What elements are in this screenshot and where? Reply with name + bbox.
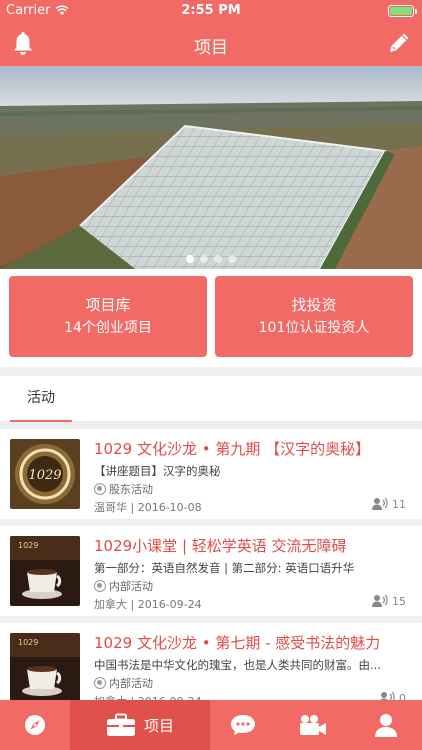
activity-count-value: 11 (392, 497, 406, 511)
project-library-subtitle: 14个创业项目 (64, 320, 152, 336)
target-icon (94, 483, 106, 495)
activity-count-value: 15 (392, 594, 406, 608)
quick-actions: 项目库 14个创业项目 找投资 101位认证投资人 (0, 269, 422, 367)
activity-tag: 股东活动 (94, 481, 153, 497)
chat-icon (231, 715, 255, 735)
carousel-dot[interactable] (186, 255, 194, 263)
find-investment-button[interactable]: 找投资 101位认证投资人 (215, 276, 413, 357)
tab-profile[interactable] (350, 700, 422, 750)
activity-author: 温哥华 (94, 501, 127, 514)
pencil-icon[interactable] (386, 30, 412, 56)
tab-projects-label: 项目 (143, 716, 174, 735)
tab-discover[interactable] (0, 700, 70, 750)
page-title: 项目 (194, 38, 228, 58)
thumbnail-text: 1029 (18, 638, 38, 647)
activity-thumbnail: 1029 (10, 439, 80, 509)
list-item[interactable]: 1029 1029 文化沙龙 • 第九期 【汉字的奥秘】 【讲座题目】汉字的奥秘… (0, 429, 422, 519)
tab-activities[interactable]: 活动 (10, 376, 72, 422)
activity-meta: 加拿大 | 2016-09-24 (94, 598, 202, 611)
list-item[interactable]: 1029 1029小课堂 | 轻松学英语 交流无障碍 第一部分：英语自然发音 |… (0, 526, 422, 616)
briefcase-icon (106, 713, 135, 736)
user-icon (375, 714, 397, 737)
carousel-dots (0, 255, 422, 263)
activity-desc: 【讲座题目】汉字的奥秘 (94, 464, 221, 478)
activity-tag-label: 内部活动 (109, 677, 153, 690)
target-icon (94, 580, 106, 592)
thumbnail-text: 1029 (28, 468, 61, 483)
carousel-dot[interactable] (200, 255, 208, 263)
banner-image (0, 66, 422, 269)
tab-messages[interactable] (210, 700, 276, 750)
nav-bar: 项目 (0, 22, 422, 66)
video-camera-icon (300, 715, 326, 735)
list-item[interactable]: 1029 1029 文化沙龙 • 第七期 - 感受书法的魅力 中国书法是中华文化… (0, 623, 422, 708)
tab-video[interactable] (276, 700, 350, 750)
find-investment-title: 找投资 (291, 296, 337, 314)
activity-date: 2016-09-24 (137, 598, 202, 611)
banner-carousel[interactable] (0, 66, 422, 269)
find-investment-subtitle: 101位认证投资人 (258, 320, 370, 336)
activity-count: 15 (372, 594, 406, 608)
speaker-icon (372, 497, 388, 510)
project-library-title: 项目库 (85, 296, 131, 314)
activity-tag: 内部活动 (94, 675, 153, 691)
activity-date: 2016-10-08 (137, 501, 202, 514)
activity-author: 加拿大 (94, 598, 127, 611)
clock: 2:55 PM (181, 3, 241, 18)
activity-tag-label: 内部活动 (109, 580, 153, 593)
battery-icon (388, 5, 417, 17)
carousel-dot[interactable] (214, 255, 222, 263)
activity-title: 1029 文化沙龙 • 第九期 【汉字的奥秘】 (94, 440, 371, 458)
activity-thumbnail: 1029 (10, 536, 80, 606)
tab-bar: 项目 (0, 700, 422, 750)
compass-icon (25, 715, 45, 735)
activity-count: 11 (372, 497, 406, 511)
project-library-button[interactable]: 项目库 14个创业项目 (9, 276, 207, 357)
activity-desc: 中国书法是中华文化的瑰宝，也是人类共同的财富。由... (94, 658, 381, 672)
status-bar: Carrier 2:55 PM (0, 0, 422, 22)
thumbnail-text: 1029 (18, 541, 38, 550)
activity-desc: 第一部分：英语自然发音 | 第二部分: 英语口语升华 (94, 561, 355, 575)
activity-thumbnail: 1029 (10, 633, 80, 703)
activity-tag-label: 股东活动 (109, 483, 153, 496)
carousel-dot[interactable] (228, 255, 236, 263)
tab-projects[interactable]: 项目 (70, 700, 210, 750)
activity-tag: 内部活动 (94, 578, 153, 594)
section-header: 活动 (0, 376, 422, 422)
activity-meta: 温哥华 | 2016-10-08 (94, 501, 202, 514)
speaker-icon (372, 594, 388, 607)
activity-title: 1029小课堂 | 轻松学英语 交流无障碍 (94, 537, 347, 555)
activity-title: 1029 文化沙龙 • 第七期 - 感受书法的魅力 (94, 634, 381, 652)
target-icon (94, 677, 106, 689)
